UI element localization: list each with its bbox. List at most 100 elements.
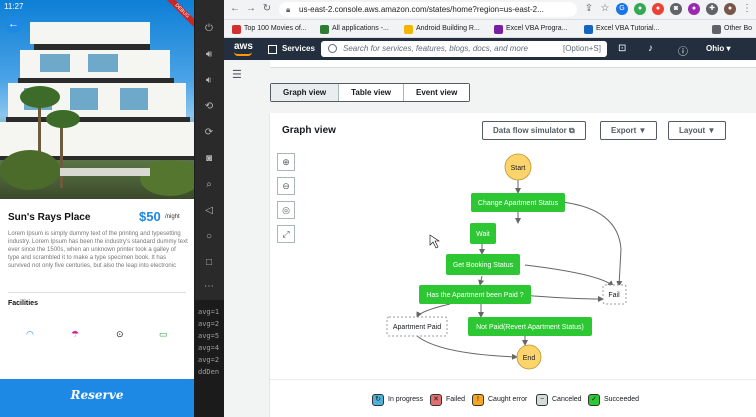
menu-icon[interactable]: ⋮ [740, 2, 754, 16]
console-line: avg=1 [198, 308, 220, 316]
extension-g-icon[interactable]: G [616, 3, 628, 15]
address-bar: ← → ↻ 🔒︎ us-east-2.console.aws.amazon.co… [224, 0, 756, 20]
node-start[interactable]: Start [504, 153, 532, 181]
star-icon[interactable]: ☆ [598, 2, 612, 16]
back-button[interactable]: ← [5, 16, 22, 33]
node-wait[interactable]: Wait [470, 223, 496, 244]
place-title: Sun's Rays Place [8, 212, 91, 223]
tab-table-view[interactable]: Table view [339, 84, 404, 101]
edge [416, 335, 518, 360]
back-nav-icon[interactable]: ← [228, 2, 242, 16]
aws-logo[interactable]: aws [234, 41, 253, 52]
facilities-heading: Facilities [8, 300, 38, 307]
rotate-right-icon[interactable]: ⟳ [202, 126, 216, 140]
forward-nav-icon[interactable]: → [244, 2, 258, 16]
extension-icon[interactable]: ● [652, 3, 664, 15]
wifi-icon: ◠ [26, 329, 34, 339]
aws-logo-smile [234, 52, 252, 56]
node-end[interactable]: End [516, 344, 542, 370]
panel-title: Graph view [282, 125, 336, 136]
legend-swatch-icon: − [536, 394, 548, 406]
power-icon[interactable]: ⏻ [202, 22, 216, 36]
volume-up-icon[interactable]: 🔊︎ [202, 48, 216, 62]
url-text: us-east-2.console.aws.amazon.com/states/… [299, 5, 544, 14]
other-bookmarks[interactable]: Other Bo [712, 23, 752, 35]
console-line: avg=5 [198, 332, 220, 340]
bookmark-favicon-icon [232, 25, 241, 34]
place-description: Lorem Ipsum is simply dummy text of the … [8, 231, 188, 269]
node-change-apartment-status[interactable]: Change Apartment Status [471, 193, 565, 212]
volume-down-icon[interactable]: 🔉︎ [202, 74, 216, 88]
hamburger-icon[interactable]: ☰ [232, 68, 242, 81]
svg-text:Fail: Fail [608, 292, 620, 299]
phone-status-bar: 11:27 [0, 0, 194, 12]
edge [521, 294, 604, 302]
bookmark-favicon-icon [404, 25, 413, 34]
home-icon[interactable]: ○ [202, 230, 216, 244]
data-flow-simulator-button[interactable]: Data flow simulator ⧉ [482, 121, 586, 140]
puzzle-icon[interactable]: ✚ [706, 3, 718, 15]
node-has-the-apartment-been-paid[interactable]: Has the Apartment been Paid ? [419, 285, 531, 304]
bookmark-label: Android Building R... [416, 25, 480, 32]
tab-event-view[interactable]: Event view [404, 84, 470, 101]
svg-text:Not Paid(Revert Apartment Stat: Not Paid(Revert Apartment Status) [476, 324, 584, 331]
legend-swatch-icon: ✓ [588, 394, 600, 406]
back-icon[interactable]: ◁ [202, 204, 216, 218]
extension-icon[interactable]: ● [634, 3, 646, 15]
aws-search-input[interactable]: Search for services, features, blogs, do… [321, 41, 607, 57]
legend-label: Canceled [552, 396, 582, 403]
camera-extension-icon[interactable]: ◙ [670, 3, 682, 15]
extension-icon[interactable]: ● [688, 3, 700, 15]
browser-window: ← → ↻ 🔒︎ us-east-2.console.aws.amazon.co… [224, 0, 756, 417]
bookmark-label: Excel VBA Progra... [506, 25, 568, 32]
edge [416, 303, 451, 318]
more-icon[interactable]: ⋯ [202, 280, 216, 294]
bookmark-item[interactable]: Top 100 Movies of... [232, 23, 307, 35]
url-field[interactable]: 🔒︎ us-east-2.console.aws.amazon.com/stat… [279, 2, 577, 17]
node-get-booking-status[interactable]: Get Booking Status [446, 254, 520, 275]
node-not-paid-revert-apartment-status[interactable]: Not Paid(Revert Apartment Status) [468, 317, 592, 336]
console-line: ddDen [198, 368, 220, 376]
layout-button[interactable]: Layout ▼ [668, 121, 727, 140]
state-machine-graph[interactable]: ⊕ ⊖ ◎ ⤢ Start Change Apartment Status Wa… [270, 149, 756, 377]
camera-icon[interactable]: ◙ [202, 152, 216, 166]
share-icon[interactable]: ⇪ [582, 2, 596, 16]
cloudshell-icon[interactable]: ⊡ [618, 43, 626, 54]
tv-icon: ▭ [159, 329, 168, 339]
edge [478, 275, 485, 286]
legend-swatch-icon: ✕ [430, 394, 442, 406]
svg-text:End: End [523, 355, 536, 362]
svg-text:Has the Apartment been Paid ?: Has the Apartment been Paid ? [426, 292, 523, 299]
graph-view-panel: Graph view Data flow simulator ⧉ Export … [270, 113, 756, 417]
bell-icon[interactable]: ♪ [648, 43, 653, 54]
status-time: 11:27 [4, 1, 24, 11]
svg-text:Get Booking Status: Get Booking Status [453, 262, 514, 269]
reserve-button[interactable]: Reserve [0, 379, 194, 417]
svg-text:Start: Start [511, 165, 526, 172]
export-button[interactable]: Export ▼ [600, 121, 658, 140]
arrow-left-icon: ← [8, 18, 19, 30]
profile-avatar[interactable]: ● [724, 3, 736, 15]
zoom-icon[interactable]: ⌕ [202, 178, 216, 192]
rotate-left-icon[interactable]: ⟲ [202, 100, 216, 114]
legend-item: ✓ Succeeded [588, 394, 639, 406]
tab-graph-view[interactable]: Graph view [271, 84, 340, 101]
region-selector[interactable]: Ohio ▾ [706, 44, 730, 53]
node-fail[interactable]: Fail [602, 284, 627, 305]
bookmark-item[interactable]: Excel VBA Progra... [494, 23, 567, 35]
svg-text:Change Apartment Status: Change Apartment Status [478, 200, 559, 207]
node-apartment-paid[interactable]: Apartment Paid [386, 316, 448, 337]
reload-icon[interactable]: ↻ [260, 2, 274, 16]
aws-top-nav: aws Services Search for services, featur… [224, 38, 756, 60]
bookmark-item[interactable]: Android Building R... [404, 23, 480, 35]
services-menu[interactable]: Services [268, 42, 315, 56]
bookmark-item[interactable]: Excel VBA Tutorial... [584, 23, 659, 35]
price-unit: /night [165, 214, 180, 220]
phone-emulator-screen: 11:27 DEBUG ← Sun's Rays Place $50 /nigh… [0, 0, 194, 417]
legend-label: Failed [446, 396, 466, 403]
overview-icon[interactable]: □ [202, 256, 216, 270]
lock-icon: 🔒︎ [286, 5, 291, 14]
bookmark-item[interactable]: All applications -... [320, 23, 389, 35]
umbrella-icon: ☂ [71, 329, 80, 339]
help-icon[interactable]: ⓘ [678, 43, 688, 58]
